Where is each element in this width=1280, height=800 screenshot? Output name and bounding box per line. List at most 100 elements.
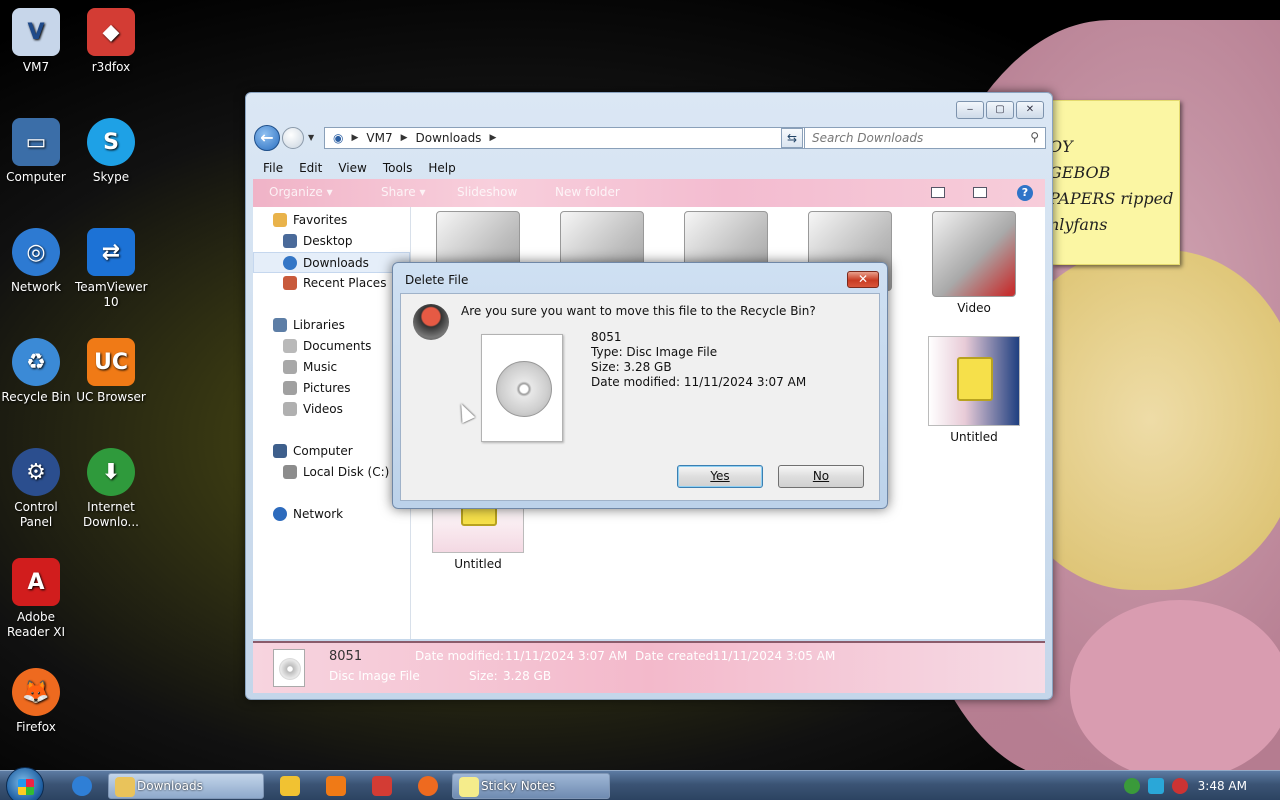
clock[interactable]: 3:48 AM	[1198, 779, 1247, 793]
back-button[interactable]: ←	[254, 125, 280, 151]
address-bar[interactable]: ◉ ▶ VM7 ▶ Downloads ▶ ▼	[324, 127, 806, 149]
desktop-icon-r3dfox[interactable]: ◆ r3dfox	[75, 8, 147, 75]
close-button[interactable]: ✕	[1016, 101, 1044, 119]
preview-pane-icon[interactable]	[973, 187, 987, 198]
computer-icon	[273, 444, 287, 458]
change-view-icon[interactable]	[931, 187, 945, 198]
menu-view[interactable]: View	[330, 159, 374, 179]
maximize-button[interactable]: ▢	[986, 101, 1014, 119]
desktop-icon-recycle-bin[interactable]: ♻ Recycle Bin	[0, 338, 72, 405]
desktop-icon-label: Skype	[92, 170, 130, 184]
recent-places-icon	[283, 276, 297, 290]
refresh-button[interactable]: ⇆	[781, 128, 803, 148]
display-tray-icon[interactable]	[1148, 778, 1164, 794]
desktop-icon-label: Recycle Bin	[1, 390, 71, 404]
menu-file[interactable]: File	[255, 159, 291, 179]
dialog-body: Are you sure you want to move this file …	[400, 293, 880, 501]
sticky-note-line: nlyfans	[1052, 215, 1108, 234]
nav-label: Downloads	[303, 255, 369, 270]
help-icon[interactable]: ?	[1017, 185, 1033, 201]
recycle-bin-icon: ♻	[12, 338, 60, 386]
breadcrumb-separator-icon[interactable]: ▶	[351, 133, 358, 143]
no-button[interactable]: No	[778, 465, 864, 488]
network-tray-icon[interactable]	[1124, 778, 1140, 794]
nav-label: Libraries	[293, 318, 345, 332]
menu-help[interactable]: Help	[420, 159, 463, 179]
desktop-icon-label: UC Browser	[76, 390, 146, 404]
desktop-icon-computer[interactable]: ▭ Computer	[0, 118, 72, 185]
search-icon[interactable]: ⚲	[1030, 130, 1039, 144]
nav-favorites[interactable]: Favorites	[273, 213, 347, 227]
uc-browser-icon[interactable]	[326, 776, 346, 796]
details-created-value: 11/11/2024 3:05 AM	[713, 649, 836, 663]
r3dfox-icon: ◆	[87, 8, 135, 56]
minimize-button[interactable]: ‒	[956, 101, 984, 119]
desktop-icon-skype[interactable]: S Skype	[75, 118, 147, 185]
nav-downloads[interactable]: Downloads	[253, 252, 410, 273]
nav-recent-places[interactable]: Recent Places	[283, 276, 386, 290]
breadcrumb-downloads[interactable]: Downloads	[416, 131, 482, 145]
details-size-label: Size:	[469, 669, 498, 683]
desktop-icon-teamviewer[interactable]: ⇄ TeamViewer 10	[75, 228, 148, 310]
organize-button[interactable]: Organize ▾	[269, 185, 333, 199]
nav-libraries[interactable]: Libraries	[273, 318, 345, 332]
taskbar-item-downloads[interactable]: Downloads	[108, 773, 264, 799]
search-placeholder: Search Downloads	[812, 131, 924, 145]
nav-videos[interactable]: Videos	[283, 402, 343, 416]
breadcrumb-separator-icon[interactable]: ▶	[401, 133, 408, 143]
start-button[interactable]	[6, 767, 44, 800]
share-button[interactable]: Share ▾	[381, 185, 425, 199]
sticky-notes-icon	[459, 777, 479, 797]
details-created-label: Date created:	[635, 649, 718, 663]
details-size-value: 3.28 GB	[503, 669, 552, 683]
taskbar-item-sticky-notes[interactable]: Sticky Notes	[452, 773, 610, 799]
address-computer-icon: ◉	[333, 131, 344, 145]
internet-download-manager-icon: ⬇	[87, 448, 135, 496]
breadcrumb-separator-icon[interactable]: ▶	[489, 133, 496, 143]
nav-documents[interactable]: Documents	[283, 339, 371, 353]
desktop-icon-adobe-reader[interactable]: A Adobe Reader XI	[0, 558, 72, 640]
nav-desktop[interactable]: Desktop	[283, 234, 353, 248]
search-input[interactable]: Search Downloads ⚲	[804, 127, 1046, 149]
desktop-icon-label: VM7	[22, 60, 50, 74]
yes-button[interactable]: Yes	[677, 465, 763, 488]
nav-music[interactable]: Music	[283, 360, 337, 374]
sticky-note[interactable]: OY GEBOB PAPERS ripped nlyfans	[1052, 100, 1180, 265]
desktop-icon	[283, 234, 297, 248]
nav-pictures[interactable]: Pictures	[283, 381, 351, 395]
navigation-pane: Favorites Desktop Downloads Recent Place…	[253, 207, 411, 639]
r3dfox-icon[interactable]	[372, 776, 392, 796]
menu-tools[interactable]: Tools	[375, 159, 421, 179]
vm7-icon: V	[12, 8, 60, 56]
command-bar: Organize ▾ Share ▾ Slideshow New folder …	[253, 179, 1045, 207]
dialog-close-button[interactable]: ✕	[847, 271, 879, 288]
nav-local-disk[interactable]: Local Disk (C:)	[283, 465, 389, 479]
video-folder-tile[interactable]: Video	[924, 211, 1024, 315]
desktop-icon-uc-browser[interactable]: UC UC Browser	[75, 338, 147, 405]
desktop-icon-label: Computer	[6, 170, 66, 184]
new-folder-button[interactable]: New folder	[555, 185, 620, 199]
slideshow-button[interactable]: Slideshow	[457, 185, 517, 199]
forward-button[interactable]	[282, 127, 304, 149]
desktop-icon-vm7[interactable]: V VM7	[0, 8, 72, 75]
firefox-icon[interactable]	[418, 776, 438, 796]
desktop-icon-firefox[interactable]: 🦊 Firefox	[0, 668, 72, 735]
nav-label: Music	[303, 360, 338, 374]
volume-tray-icon[interactable]	[1172, 778, 1188, 794]
menu-edit[interactable]: Edit	[291, 159, 330, 179]
network-icon	[273, 507, 287, 521]
recent-pages-chevron-icon[interactable]: ▼	[308, 133, 314, 142]
internet-explorer-icon[interactable]	[72, 776, 92, 796]
desktop-icon-control-panel[interactable]: ⚙ Control Panel	[0, 448, 72, 530]
desktop-icon-label: Adobe Reader XI	[6, 610, 66, 639]
image-tile[interactable]: Untitled	[924, 336, 1024, 444]
desktop-icon-internet-download-manager[interactable]: ⬇ Internet Downlo...	[75, 448, 147, 530]
nav-label: Favorites	[293, 213, 348, 227]
pictures-icon	[283, 381, 297, 395]
nav-network[interactable]: Network	[273, 507, 343, 521]
nav-label: Recent Places	[303, 276, 387, 290]
nav-computer[interactable]: Computer	[273, 444, 353, 458]
media-player-icon[interactable]	[280, 776, 300, 796]
breadcrumb-vm7[interactable]: VM7	[366, 131, 392, 145]
desktop-icon-network[interactable]: ◎ Network	[0, 228, 72, 295]
